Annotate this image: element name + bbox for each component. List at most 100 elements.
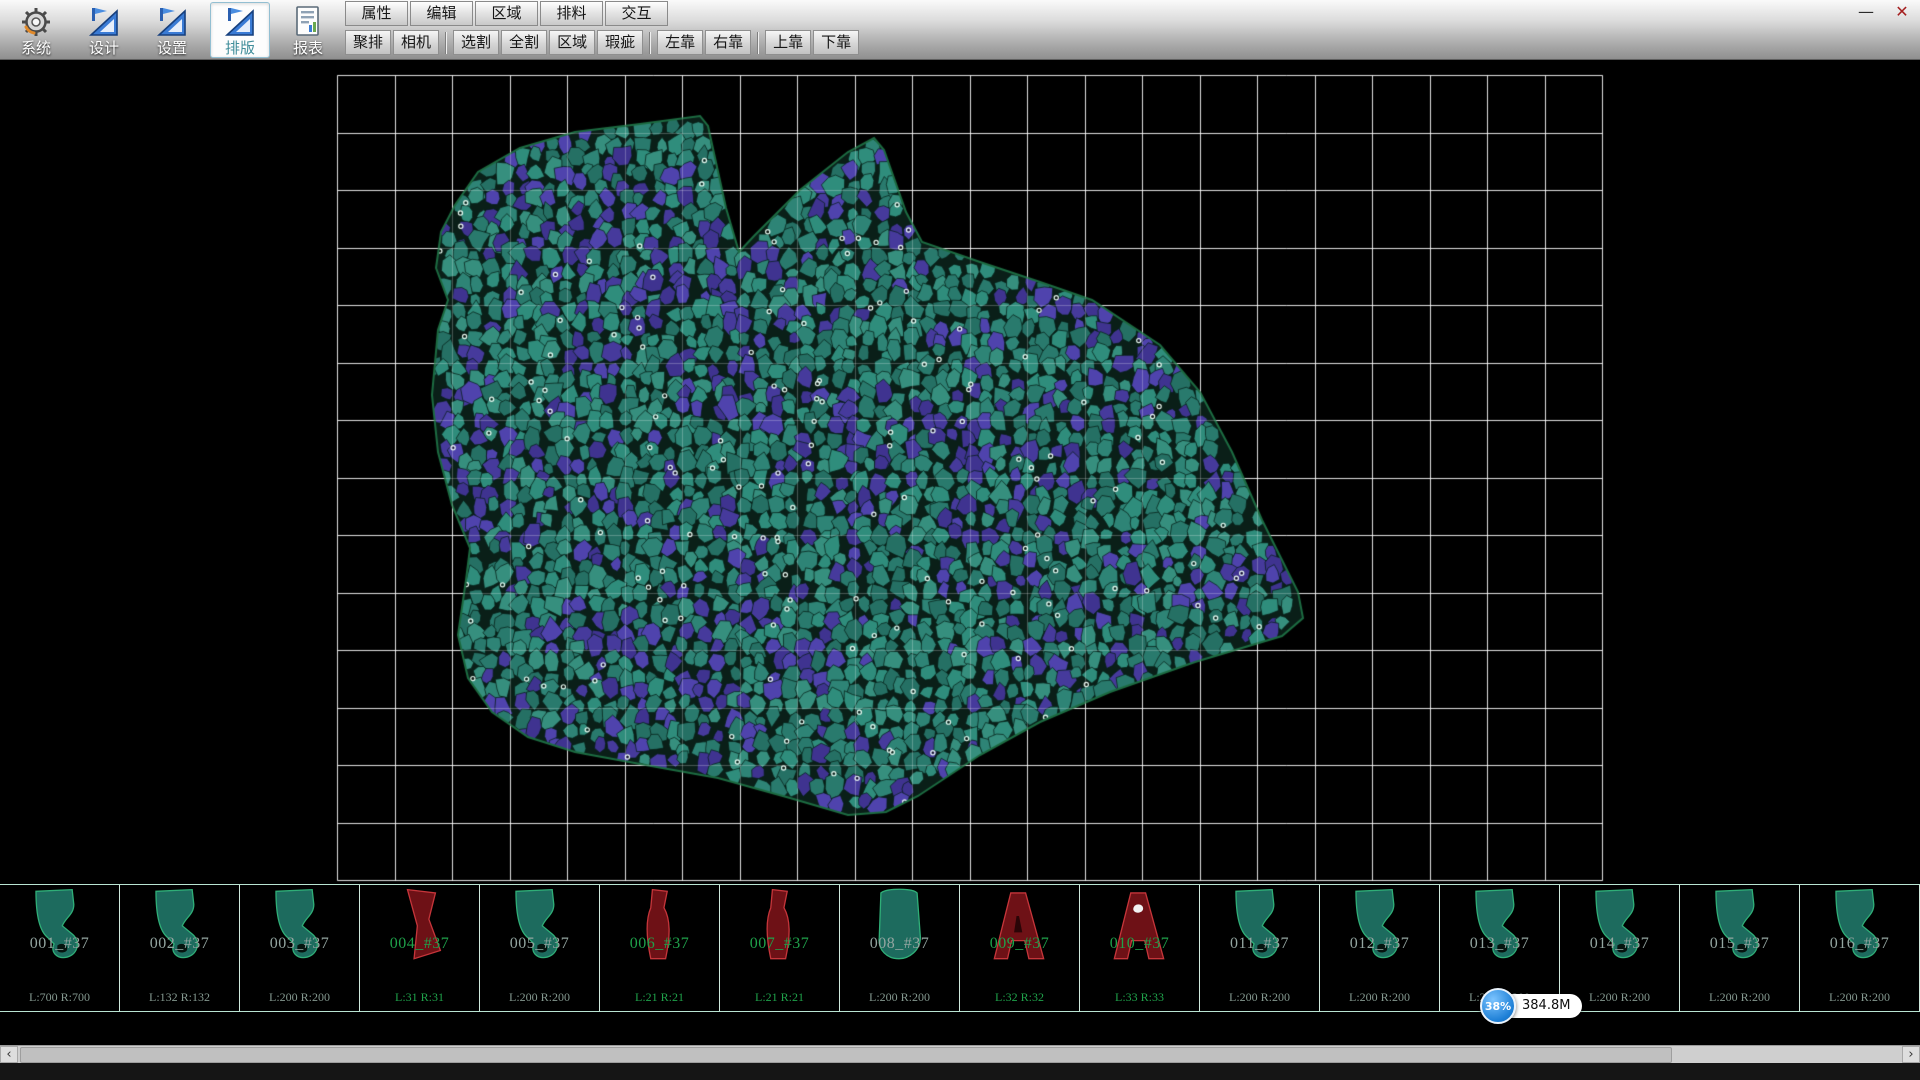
piece-shape [249,888,349,966]
tool-button-cluster-nest[interactable]: 聚排 [345,30,391,55]
piece-lr-count: L:200 R:200 [1320,990,1439,1005]
ribbon: 系统设计设置排版报表 属性编辑区域排料交互 聚排相机选割全割区域瑕疵左靠右靠上靠… [0,0,1920,60]
ribbon-button-design[interactable]: 设计 [74,2,134,58]
thumbnail-007_#37[interactable]: 007_#37 L:21 R:21 [720,885,840,1011]
progress-circle[interactable]: 38% [1480,988,1516,1024]
tool-button-defect[interactable]: 瑕疵 [597,30,643,55]
piece-lr-count: L:200 R:200 [240,990,359,1005]
piece-shape [489,888,589,966]
tool-button-align-left[interactable]: 左靠 [657,30,703,55]
menu-row-primary: 属性编辑区域排料交互 [345,1,859,26]
ribbon-button-settings[interactable]: 设置 [142,2,202,58]
tool-button-camera[interactable]: 相机 [393,30,439,55]
report-icon [291,5,325,39]
ribbon-button-label: 设置 [157,40,187,56]
minimize-button[interactable]: — [1856,2,1876,22]
thumbnail-006_#37[interactable]: 006_#37L:21 R:21 [600,885,720,1011]
tool-button-select-cut[interactable]: 选割 [453,30,499,55]
menu-tab-region[interactable]: 区域 [475,1,538,26]
piece-label: 003_#37 [240,935,359,953]
thumbnail-010_#37[interactable]: 010_#37 L:33 R:33 [1080,885,1200,1011]
memory-badge[interactable]: 38% 384.8M [1480,988,1582,1024]
piece-lr-count: L:21 R:21 [600,990,719,1005]
ribbon-button-layout[interactable]: 排版 [210,2,270,58]
close-button[interactable]: ✕ [1892,2,1912,22]
tool-button-align-bottom[interactable]: 下靠 [813,30,859,55]
piece-shape [1089,888,1189,966]
tool-button-align-right[interactable]: 右靠 [705,30,751,55]
scroll-right-arrow[interactable]: › [1902,1046,1920,1063]
piece-label: 011_#37 [1200,935,1319,953]
toolbar-separator [445,32,447,54]
piece-label: 012_#37 [1320,935,1439,953]
menu-tab-interact[interactable]: 交互 [605,1,668,26]
nesting-canvas[interactable] [0,60,1920,884]
piece-lr-count: L:33 R:33 [1080,990,1199,1005]
piece-shape [129,888,229,966]
ribbon-button-label: 报表 [293,40,323,56]
piece-lr-count: L:32 R:32 [960,990,1079,1005]
scroll-thumb[interactable] [20,1047,1672,1063]
piece-label: 008_#37 [840,935,959,953]
piece-lr-count: L:200 R:200 [840,990,959,1005]
window-controls: — ✕ [1856,2,1912,22]
thumbnail-015_#37[interactable]: 015_#37 L:200 R:200 [1680,885,1800,1011]
ribbon-button-label: 设计 [89,40,119,56]
piece-shape [9,888,109,966]
ruler-icon [223,5,257,39]
thumbnail-004_#37[interactable]: 004_#37 L:31 R:31 [360,885,480,1011]
piece-lr-count: L:31 R:31 [360,990,479,1005]
thumbnail-012_#37[interactable]: 012_#37 L:200 R:200 [1320,885,1440,1011]
menu-tab-edit[interactable]: 编辑 [410,1,473,26]
gear-icon [19,5,53,39]
thumbnail-011_#37[interactable]: 011_#37 L:200 R:200 [1200,885,1320,1011]
piece-label: 004_#37 [360,935,479,953]
piece-lr-count: L:200 R:200 [1200,990,1319,1005]
piece-shape [369,888,469,966]
thumbnail-002_#37[interactable]: 002_#37 L:132 R:132 [120,885,240,1011]
thumbnail-016_#37[interactable]: 016_#37L:200 R:200 [1800,885,1920,1011]
ruler-icon [87,5,121,39]
piece-lr-count: L:200 R:200 [1680,990,1799,1005]
scroll-track[interactable] [18,1046,1902,1063]
piece-shape [1449,888,1549,966]
ribbon-menus: 属性编辑区域排料交互 聚排相机选割全割区域瑕疵左靠右靠上靠下靠 [345,0,859,55]
piece-label: 002_#37 [120,935,239,953]
piece-lr-count: L:21 R:21 [720,990,839,1005]
piece-label: 015_#37 [1680,935,1799,953]
tool-button-align-top[interactable]: 上靠 [765,30,811,55]
piece-lr-count: L:200 R:200 [480,990,599,1005]
scroll-left-arrow[interactable]: ‹ [0,1046,18,1063]
ribbon-button-report[interactable]: 报表 [278,2,338,58]
piece-shape [1809,888,1909,966]
tool-button-cut-all[interactable]: 全割 [501,30,547,55]
ribbon-big-buttons: 系统设计 设置 排版报表 [6,0,338,60]
thumbnail-003_#37[interactable]: 003_#37 L:200 R:200 [240,885,360,1011]
piece-lr-count: L:132 R:132 [120,990,239,1005]
piece-label: 010_#37 [1080,935,1199,953]
thumbnail-008_#37[interactable]: 008_#37 L:200 R:200 [840,885,960,1011]
thumbnail-005_#37[interactable]: 005_#37L:200 R:200 [480,885,600,1011]
piece-label: 014_#37 [1560,935,1679,953]
piece-label: 009_#37 [960,935,1079,953]
toolbar-separator [757,32,759,54]
tool-button-region-cut[interactable]: 区域 [549,30,595,55]
thumbnail-001_#37[interactable]: 001_#37L:700 R:700 [0,885,120,1011]
piece-shape [1209,888,1309,966]
thumbnail-009_#37[interactable]: 009_#37 L:32 R:32 [960,885,1080,1011]
piece-label: 001_#37 [0,935,119,953]
ruler-icon [155,5,189,39]
piece-shape [1689,888,1789,966]
pieces-strip: 001_#37L:700 R:700002_#37L:132 R:132003_… [0,884,1920,1012]
piece-label: 007_#37 [720,935,839,953]
piece-shape [969,888,1069,966]
piece-shape [1329,888,1429,966]
piece-shape [1569,888,1669,966]
piece-shape [849,888,949,966]
menu-tab-nesting[interactable]: 排料 [540,1,603,26]
toolbar-separator [649,32,651,54]
horizontal-scrollbar[interactable]: ‹ › [0,1045,1920,1063]
ribbon-button-system[interactable]: 系统 [6,2,66,58]
bottom-bar [0,1063,1920,1080]
menu-tab-properties[interactable]: 属性 [345,1,408,26]
